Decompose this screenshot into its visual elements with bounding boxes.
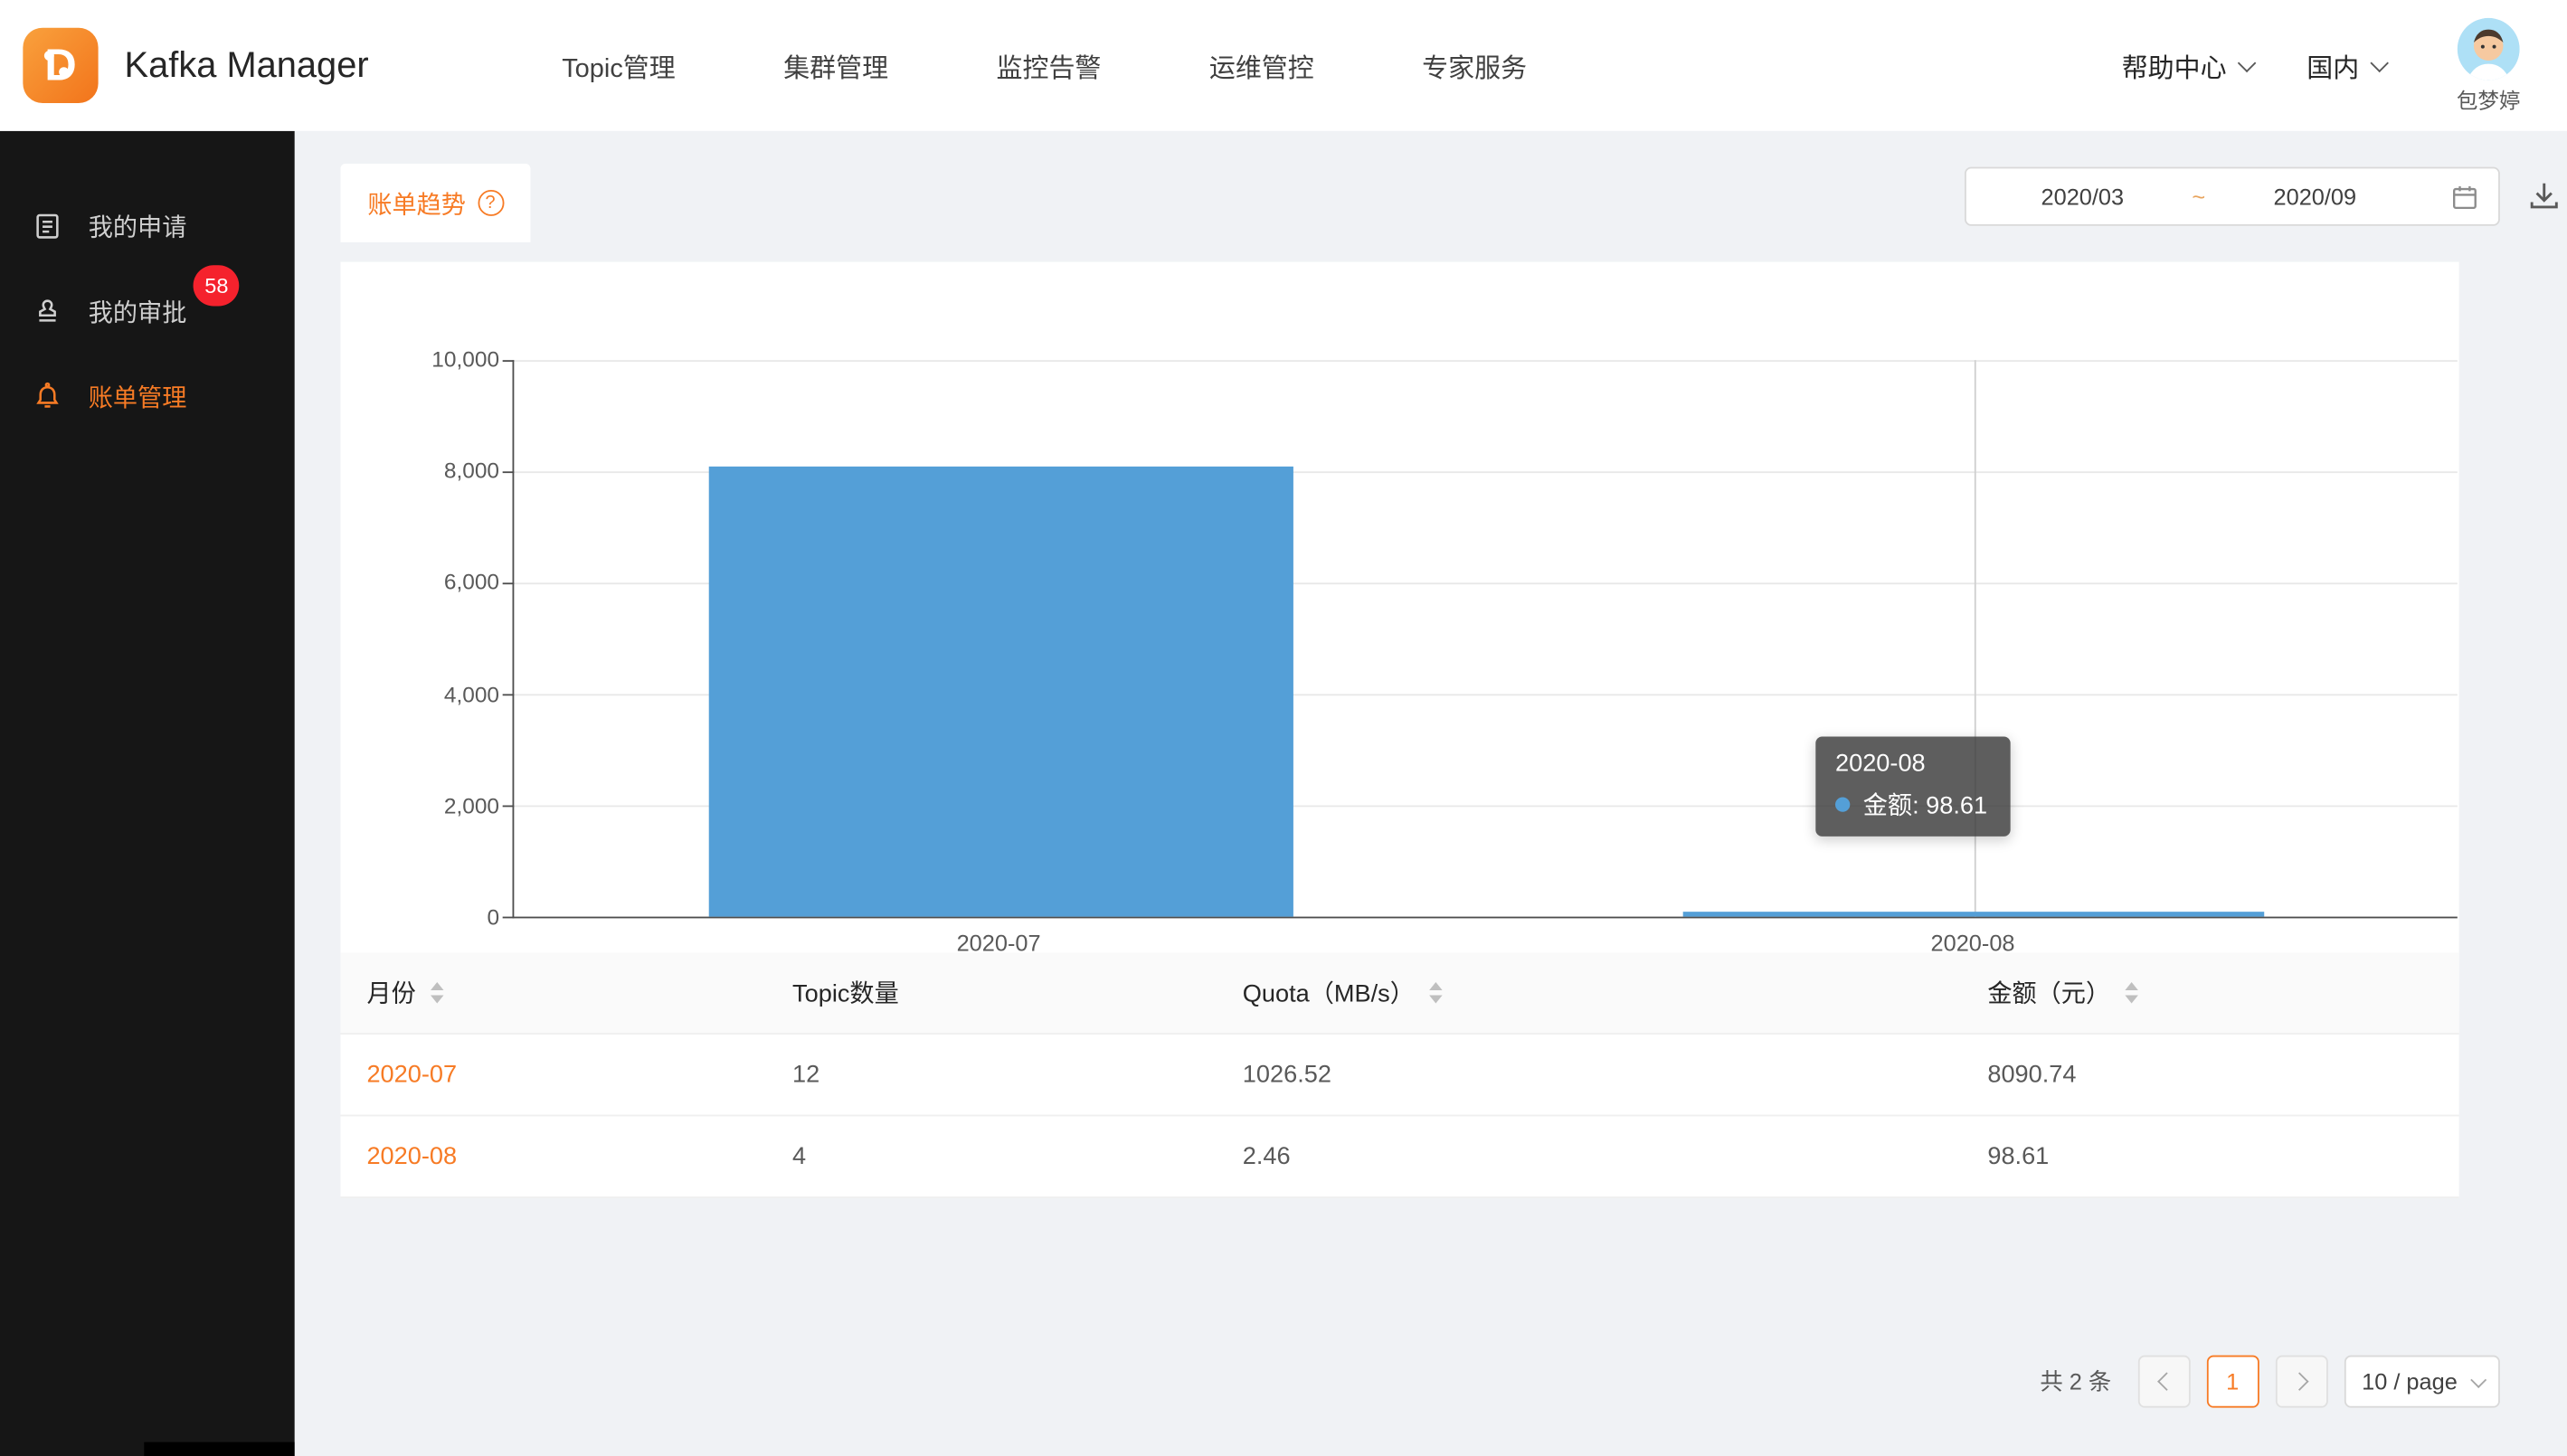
bell-icon — [33, 382, 62, 411]
sidebar-item-bill-management[interactable]: 账单管理 — [0, 354, 295, 439]
cell-quota: 2.46 — [1243, 1142, 1988, 1170]
download-icon[interactable] — [2526, 178, 2562, 214]
y-axis-tick — [503, 471, 515, 473]
sidebar: 我的申请 我的审批 58 账单管理 — [0, 131, 295, 1456]
cell-amount: 8090.74 — [1987, 1061, 2432, 1089]
chart-tooltip: 2020-08 金额: 98.61 — [1815, 737, 2010, 837]
gridline — [514, 360, 2457, 362]
chevron-down-icon — [2470, 1371, 2486, 1387]
sort-icon[interactable] — [1429, 982, 1442, 1004]
sidebar-item-label: 我的审批 — [89, 294, 187, 328]
date-start-input[interactable]: 2020/03 — [1986, 184, 2180, 210]
nav-monitoring-alerts[interactable]: 监控告警 — [997, 46, 1102, 85]
billing-table: 月份 Topic数量 Quota（MB/s） 金额（元） — [340, 952, 2458, 1198]
sidebar-bottom-strip — [144, 1442, 295, 1456]
y-axis-tick-label: 0 — [340, 905, 499, 930]
y-axis-tick — [503, 917, 515, 919]
y-axis-tick — [503, 694, 515, 695]
approval-count-badge: 58 — [194, 265, 241, 306]
month-link[interactable]: 2020-07 — [366, 1061, 457, 1089]
date-end-input[interactable]: 2020/09 — [2219, 184, 2412, 210]
y-axis-tick-label: 2,000 — [340, 794, 499, 818]
y-axis-tick — [503, 582, 515, 584]
main-content: 账单趋势 ? 2020/03 ~ 2020/09 — [295, 131, 2567, 1456]
y-axis-tick — [503, 806, 515, 808]
logo-dot — [59, 67, 69, 77]
prev-page-button[interactable] — [2137, 1356, 2190, 1408]
pagination-total: 共 2 条 — [2040, 1366, 2111, 1398]
table-row: 2020-08 4 2.46 98.61 — [340, 1116, 2458, 1198]
column-header-quota[interactable]: Quota（MB/s） — [1243, 976, 1988, 1010]
sort-icon[interactable] — [2125, 982, 2137, 1004]
page-number-button[interactable]: 1 — [2206, 1356, 2259, 1408]
tab-bill-trend[interactable]: 账单趋势 ? — [340, 164, 530, 242]
y-axis-tick-label: 4,000 — [340, 683, 499, 707]
nav-topic-management[interactable]: Topic管理 — [562, 46, 676, 85]
main-nav: Topic管理 集群管理 监控告警 运维管控 专家服务 — [562, 46, 1527, 85]
cell-topics: 12 — [792, 1061, 1243, 1089]
region-label: 国内 — [2307, 46, 2359, 85]
chart-plot-area: 2020-08 金额: 98.61 — [513, 360, 2458, 918]
nav-cluster-management[interactable]: 集群管理 — [783, 46, 888, 85]
sidebar-item-my-approvals[interactable]: 我的审批 58 — [0, 269, 295, 354]
app-logo-icon[interactable]: D — [23, 28, 98, 103]
user-name: 包梦婷 — [2457, 82, 2521, 113]
logo-dot — [44, 51, 54, 61]
month-link[interactable]: 2020-08 — [366, 1142, 457, 1170]
region-selector[interactable]: 国内 — [2307, 46, 2383, 85]
sidebar-item-my-applications[interactable]: 我的申请 — [0, 184, 295, 269]
tooltip-value: 金额: 98.61 — [1863, 788, 1987, 822]
tooltip-title: 2020-08 — [1835, 750, 1987, 778]
next-page-button[interactable] — [2275, 1356, 2327, 1408]
series-dot-icon — [1835, 797, 1850, 811]
bar-2020-07[interactable] — [709, 467, 1293, 917]
chart-card: 10,000 8,000 6,000 4,000 2,000 0 — [340, 262, 2458, 1012]
calendar-icon — [2451, 183, 2479, 211]
column-header-amount[interactable]: 金额（元） — [1987, 976, 2432, 1010]
app-stage: D Kafka Manager Topic管理 集群管理 监控告警 运维管控 专… — [0, 0, 2567, 1456]
date-separator: ~ — [2179, 184, 2218, 210]
pagination: 共 2 条 1 10 / page — [2040, 1356, 2500, 1408]
sort-icon[interactable] — [431, 982, 443, 1004]
table-header-row: 月份 Topic数量 Quota（MB/s） 金额（元） — [340, 952, 2458, 1035]
column-header-month[interactable]: 月份 — [366, 976, 792, 1010]
y-axis-tick-label: 6,000 — [340, 570, 499, 594]
nav-expert-service[interactable]: 专家服务 — [1422, 46, 1527, 85]
stamp-icon — [33, 297, 62, 326]
tab-bill-trend-label: 账单趋势 — [367, 185, 466, 220]
chevron-down-icon — [2238, 54, 2256, 72]
cell-topics: 4 — [792, 1142, 1243, 1170]
question-circle-icon[interactable]: ? — [478, 190, 504, 216]
chevron-right-icon — [2289, 1372, 2307, 1390]
chevron-down-icon — [2370, 54, 2388, 72]
chevron-left-icon — [2156, 1372, 2174, 1390]
y-axis-tick — [503, 360, 515, 362]
cell-amount: 98.61 — [1987, 1142, 2432, 1170]
app-title: Kafka Manager — [125, 44, 369, 87]
logo-letter: D — [44, 40, 76, 90]
date-range-picker[interactable]: 2020/03 ~ 2020/09 — [1965, 167, 2500, 226]
sidebar-item-label: 我的申请 — [89, 209, 187, 243]
y-axis-tick-label: 8,000 — [340, 459, 499, 483]
navbar-right: 帮助中心 国内 — [2122, 17, 2538, 114]
app-window: D Kafka Manager Topic管理 集群管理 监控告警 运维管控 专… — [0, 0, 2567, 1456]
table-row: 2020-07 12 1026.52 8090.74 — [340, 1035, 2458, 1117]
page-size-select[interactable]: 10 / page — [2344, 1356, 2500, 1408]
help-center-menu[interactable]: 帮助中心 — [2122, 46, 2251, 85]
clipboard-icon — [33, 211, 62, 241]
cell-quota: 1026.52 — [1243, 1061, 1988, 1089]
user-menu[interactable]: 包梦婷 — [2439, 17, 2538, 114]
user-avatar — [2458, 17, 2520, 80]
nav-ops-control[interactable]: 运维管控 — [1209, 46, 1314, 85]
y-axis-tick-label: 10,000 — [340, 347, 499, 372]
top-navbar: D Kafka Manager Topic管理 集群管理 监控告警 运维管控 专… — [0, 0, 2567, 131]
help-center-label: 帮助中心 — [2122, 46, 2227, 85]
sidebar-item-label: 账单管理 — [89, 379, 187, 413]
column-header-topics: Topic数量 — [792, 976, 1243, 1010]
bar-2020-08[interactable] — [1683, 912, 2265, 917]
